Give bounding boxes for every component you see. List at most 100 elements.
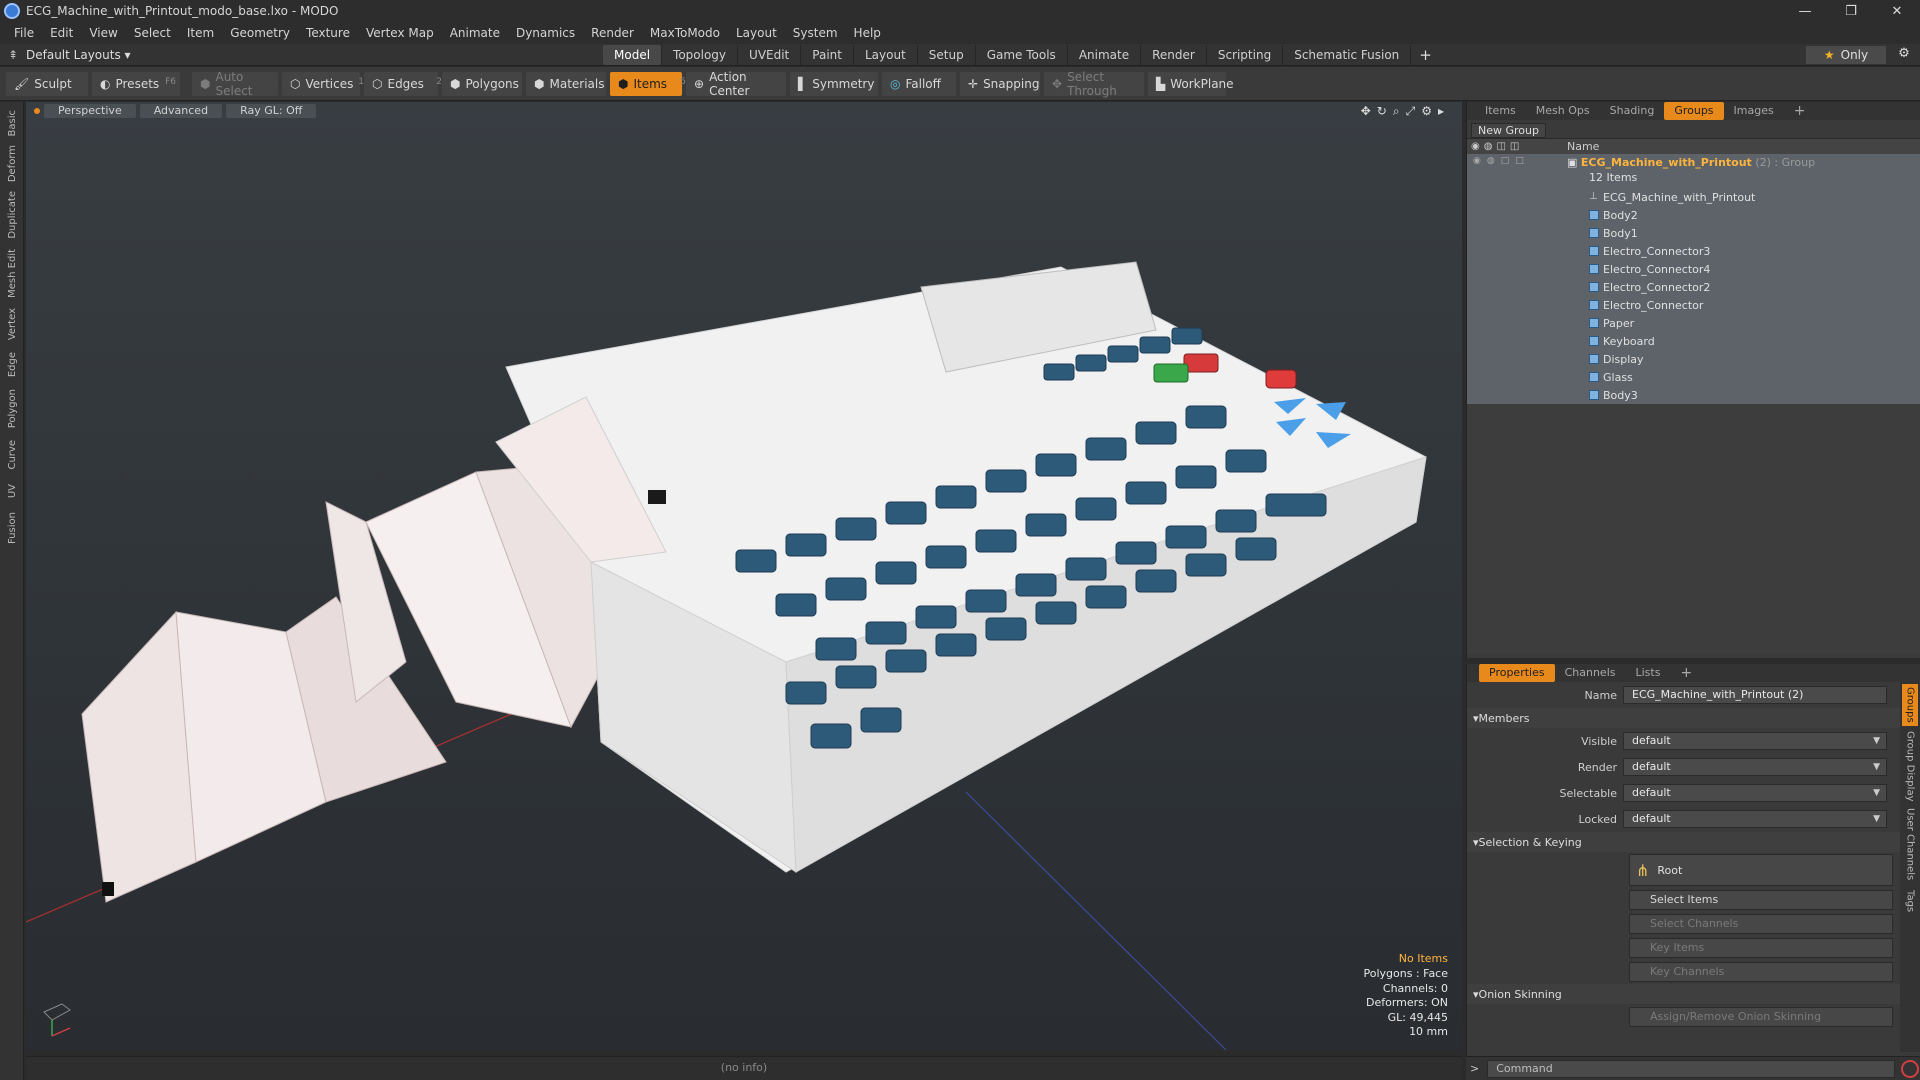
vtab-basic[interactable]: Basic [0, 106, 24, 140]
vtab-deform[interactable]: Deform [0, 144, 24, 184]
vtab-uv[interactable]: UV [0, 478, 24, 504]
tab-lists[interactable]: Lists [1626, 664, 1671, 682]
viewport-settings-icon[interactable]: ⚙ [1421, 104, 1432, 119]
3d-viewport[interactable]: Perspective Advanced Ray GL: Off ✥ ↻ ⌕ ⤢… [26, 102, 1462, 1050]
menu-render[interactable]: Render [583, 26, 642, 40]
tab-uvedit[interactable]: UVEdit [738, 44, 802, 65]
vtab-curve[interactable]: Curve [0, 436, 24, 474]
list-item[interactable]: Body3 [1467, 386, 1920, 404]
restore-button[interactable]: ❐ [1828, 0, 1874, 22]
lock-icon[interactable]: □ [1501, 156, 1510, 166]
tab-mesh-ops[interactable]: Mesh Ops [1526, 102, 1600, 120]
workplane-button[interactable]: ▙ WorkPlane [1148, 71, 1234, 96]
falloff-button[interactable]: ◎ Falloff [882, 71, 956, 96]
key-channels-button[interactable]: Key Channels [1629, 962, 1893, 982]
add-tab-button[interactable]: + [1411, 46, 1440, 64]
side-tab-groups[interactable]: Groups [1902, 684, 1918, 726]
list-item[interactable]: Body1 [1467, 224, 1920, 242]
advanced-button[interactable]: Advanced [139, 104, 223, 118]
list-item[interactable]: Body2 [1467, 206, 1920, 224]
menu-system[interactable]: System [785, 26, 846, 40]
locked-dropdown[interactable]: default ▼ [1623, 810, 1887, 828]
list-item[interactable]: Electro_Connector4 [1467, 260, 1920, 278]
list-item[interactable]: Keyboard [1467, 332, 1920, 350]
assign-onion-skinning-button[interactable]: Assign/Remove Onion Skinning [1629, 1007, 1893, 1027]
add-panel-tab-button[interactable]: + [1784, 102, 1816, 120]
selection-keying-section[interactable]: ▾ Selection & Keying [1467, 832, 1920, 852]
menu-layout[interactable]: Layout [728, 26, 785, 40]
gear-icon[interactable]: ⚙ [1894, 46, 1914, 64]
tab-channels[interactable]: Channels [1555, 664, 1626, 682]
vtab-fusion[interactable]: Fusion [0, 508, 24, 548]
tab-images[interactable]: Images [1724, 102, 1784, 120]
expand-arrow-icon[interactable]: ▸ [1438, 104, 1444, 119]
polygons-button[interactable]: ⬢ Polygons [442, 71, 522, 96]
pan-icon[interactable]: ✥ [1361, 104, 1371, 119]
new-group-button[interactable]: New Group [1471, 122, 1546, 138]
menu-dynamics[interactable]: Dynamics [508, 26, 583, 40]
menu-maxtomodo[interactable]: MaxToModo [642, 26, 728, 40]
list-item[interactable]: Glass [1467, 368, 1920, 386]
list-item[interactable]: Electro_Connector2 [1467, 278, 1920, 296]
raygl-button[interactable]: Ray GL: Off [226, 104, 317, 118]
vtab-edge[interactable]: Edge [0, 348, 24, 382]
tab-properties[interactable]: Properties [1479, 664, 1555, 682]
menu-help[interactable]: Help [846, 26, 889, 40]
edges-button[interactable]: ⬡ Edges 2 [364, 71, 442, 96]
list-item[interactable]: Display [1467, 350, 1920, 368]
selectable-dropdown[interactable]: default ▼ [1623, 784, 1887, 802]
list-item[interactable]: ⊥ ECG_Machine_with_Printout [1467, 188, 1920, 206]
tab-groups[interactable]: Groups [1664, 102, 1724, 120]
side-tab-user-channels[interactable]: User Channels [1902, 806, 1918, 882]
select-icon[interactable]: □ [1515, 156, 1524, 166]
action-center-button[interactable]: ⊕ Action Center [686, 70, 786, 98]
tab-topology[interactable]: Topology [662, 44, 739, 65]
add-properties-tab-button[interactable]: + [1670, 664, 1702, 682]
vtab-duplicate[interactable]: Duplicate [0, 188, 24, 242]
tab-render[interactable]: Render [1141, 44, 1207, 65]
presets-button[interactable]: ◐ Presets F6 [92, 71, 180, 96]
tab-setup[interactable]: Setup [918, 44, 976, 65]
key-items-button[interactable]: Key Items [1629, 938, 1893, 958]
perspective-button[interactable]: Perspective [44, 104, 136, 118]
auto-select-button[interactable]: ⬢ Auto Select [192, 70, 278, 98]
symmetry-button[interactable]: ▌ Symmetry [790, 71, 878, 96]
only-toggle[interactable]: ★ Only [1806, 46, 1886, 64]
lock-column-icon[interactable]: ◫ [1496, 141, 1505, 152]
select-items-button[interactable]: Select Items [1629, 890, 1893, 910]
menu-file[interactable]: File [6, 26, 42, 40]
snapping-button[interactable]: ✛ Snapping [960, 71, 1040, 96]
name-field[interactable]: ECG_Machine_with_Printout (2) [1623, 686, 1887, 704]
list-item[interactable]: Paper [1467, 314, 1920, 332]
side-tab-tags[interactable]: Tags [1902, 886, 1918, 916]
tab-shading[interactable]: Shading [1600, 102, 1665, 120]
command-input[interactable]: Command [1487, 1059, 1896, 1078]
vtab-mesh-edit[interactable]: Mesh Edit [0, 246, 24, 300]
menu-geometry[interactable]: Geometry [222, 26, 298, 40]
side-tab-group-display[interactable]: Group Display [1902, 730, 1918, 802]
visibility-icon[interactable]: ◉ [1473, 156, 1481, 166]
menu-view[interactable]: View [81, 26, 125, 40]
minimize-button[interactable]: — [1782, 0, 1828, 22]
menu-select[interactable]: Select [126, 26, 179, 40]
root-button[interactable]: ⋔ Root [1629, 854, 1893, 886]
onion-skinning-section[interactable]: ▾ Onion Skinning [1467, 984, 1920, 1004]
tab-schematic-fusion[interactable]: Schematic Fusion [1283, 44, 1412, 65]
tab-animate[interactable]: Animate [1068, 44, 1142, 65]
tab-game-tools[interactable]: Game Tools [976, 44, 1068, 65]
menu-edit[interactable]: Edit [42, 26, 81, 40]
tab-layout[interactable]: Layout [854, 44, 918, 65]
tab-scripting[interactable]: Scripting [1207, 44, 1284, 65]
select-through-button[interactable]: ✥ Select Through [1044, 70, 1144, 98]
list-item[interactable]: Electro_Connector [1467, 296, 1920, 314]
layout-toggle-icon[interactable]: ⇞ [0, 48, 26, 62]
group-row[interactable]: ◉ ◍ □ □ ▣ ECG_Machine_with_Printout (2) : G… [1467, 154, 1920, 188]
vertices-button[interactable]: ⬡ Vertices 1 [282, 71, 364, 96]
render-dropdown[interactable]: default ▼ [1623, 758, 1887, 776]
vtab-vertex[interactable]: Vertex [0, 304, 24, 344]
vtab-polygon[interactable]: Polygon [0, 386, 24, 432]
select-channels-button[interactable]: Select Channels [1629, 914, 1893, 934]
tab-items[interactable]: Items [1475, 102, 1526, 120]
command-history-icon[interactable] [1901, 1059, 1920, 1078]
tab-paint[interactable]: Paint [801, 44, 854, 65]
